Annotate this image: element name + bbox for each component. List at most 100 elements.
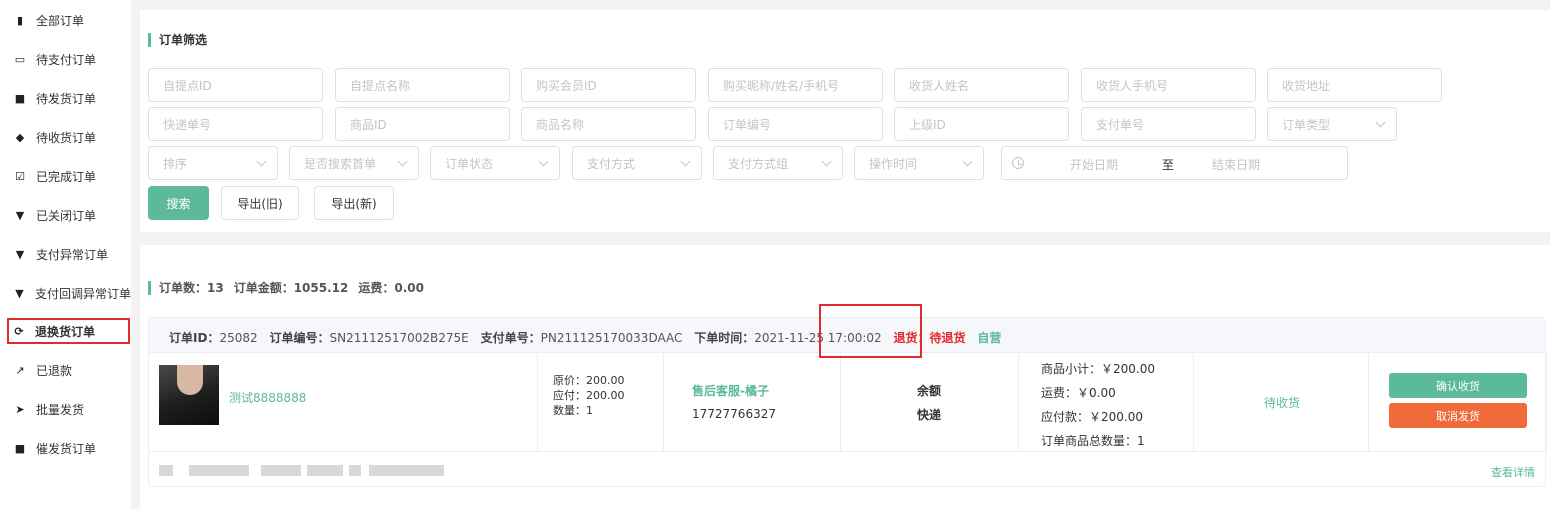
order-type-select[interactable]: 订单类型 — [1267, 107, 1397, 141]
shield-icon: ▼ — [15, 286, 24, 300]
order-number-input[interactable]: 订单编号 — [708, 107, 883, 141]
total-quantity: 订单商品总数量：1 — [1041, 434, 1145, 448]
subtotal: 商品小计：￥200.00 — [1041, 362, 1155, 376]
date-end[interactable]: 结束日期 — [1212, 156, 1260, 173]
sidebar-item-closed[interactable]: ▼ 已关闭订单 — [8, 202, 131, 228]
send-icon: ➤ — [15, 402, 25, 416]
payable-price: 应付：200.00 — [553, 389, 625, 402]
ship-method: 快递 — [917, 408, 942, 422]
order-id: 25082 — [219, 331, 258, 345]
sidebar-item-label: 待支付订单 — [36, 52, 97, 67]
sidebar-item-completed[interactable]: ☑ 已完成订单 — [8, 163, 131, 189]
service-name: 售后客服-橘子 — [692, 384, 769, 398]
receiver-address-input[interactable]: 收货地址 — [1267, 68, 1442, 102]
order-count: 订单数：13 — [159, 281, 224, 295]
product-cell: 测试8888888 — [149, 353, 538, 451]
chevron-down-icon — [397, 156, 408, 167]
product-name-input[interactable]: 商品名称 — [521, 107, 696, 141]
sort-select[interactable]: 排序 — [148, 146, 278, 180]
order-list-panel: 订单数：13 订单金额：1055.12 运费：0.00 订单ID：25082 订… — [140, 245, 1550, 509]
clock-icon — [1012, 157, 1024, 169]
date-start[interactable]: 开始日期 — [1070, 156, 1118, 173]
order-summary: 订单数：13 订单金额：1055.12 运费：0.00 — [148, 279, 424, 296]
payment-method-group-select[interactable]: 支付方式组 — [713, 146, 843, 180]
blurred-info — [159, 465, 173, 476]
sidebar-item-label: 支付回调异常订单 — [34, 286, 131, 301]
export-new-button[interactable]: 导出(新) — [314, 186, 394, 220]
cancel-shipment-button[interactable]: 取消发货 — [1389, 403, 1527, 428]
sidebar-item-refunded[interactable]: ↗ 已退款 — [8, 357, 131, 383]
product-image[interactable] — [159, 365, 219, 425]
order-footer: 查看详情 — [149, 451, 1545, 487]
receiver-name-input[interactable]: 收货人姓名 — [894, 68, 1069, 102]
order-amount: 订单金额：1055.12 — [233, 281, 349, 295]
first-order-select[interactable]: 是否搜索首单 — [289, 146, 419, 180]
truck-icon: ■ — [14, 441, 26, 455]
self-operated-tag: 自营 — [977, 331, 1002, 345]
sidebar-item-urge-shipment[interactable]: ■ 催发货订单 — [8, 435, 131, 461]
payment-number: PN211125170033DAAC — [540, 331, 683, 345]
payment-number-input[interactable]: 支付单号 — [1081, 107, 1256, 141]
share-icon: ↗ — [15, 363, 25, 377]
sidebar-item-all-orders[interactable]: ▮ 全部订单 — [8, 7, 131, 33]
price-cell: 原价：200.00 应付：200.00 数量：1 — [538, 353, 664, 451]
parent-id-input[interactable]: 上级ID — [894, 107, 1069, 141]
pay-method: 余额 — [917, 384, 942, 398]
operation-time-select[interactable]: 操作时间 — [854, 146, 984, 180]
search-button[interactable]: 搜索 — [148, 186, 209, 220]
pickup-point-name-input[interactable]: 自提点名称 — [335, 68, 510, 102]
view-details-link[interactable]: 查看详情 — [1491, 464, 1535, 480]
product-id-input[interactable]: 商品ID — [335, 107, 510, 141]
freight: 运费：￥0.00 — [1041, 386, 1116, 400]
date-range-picker[interactable]: 开始日期 至 结束日期 — [1001, 146, 1348, 180]
sidebar-item-batch-ship[interactable]: ➤ 批量发货 — [8, 396, 131, 422]
tracking-number-input[interactable]: 快递单号 — [148, 107, 323, 141]
sidebar-item-returns[interactable]: ⟳ 退换货订单 — [7, 318, 130, 344]
order-shipping: 运费：0.00 — [358, 281, 424, 295]
card-icon: ▭ — [14, 52, 26, 66]
sidebar: ▮ 全部订单 ▭ 待支付订单 ■ 待发货订单 ◆ 待收货订单 ☑ 已完成订单 ▼… — [0, 0, 131, 509]
sidebar-item-label: 待收货订单 — [36, 130, 97, 145]
sidebar-item-label: 批量发货 — [36, 402, 85, 417]
product-name-link[interactable]: 测试8888888 — [229, 389, 306, 406]
pickup-point-id-input[interactable]: 自提点ID — [148, 68, 323, 102]
service-phone: 17727766327 — [692, 407, 776, 421]
quantity: 数量：1 — [553, 404, 593, 417]
document-icon: ▮ — [16, 13, 24, 27]
original-price: 原价：200.00 — [553, 374, 625, 387]
sidebar-item-payment-abnormal[interactable]: ▼ 支付异常订单 — [8, 241, 131, 267]
order-number: SN21112517002B275E — [329, 331, 469, 345]
sidebar-item-label: 催发货订单 — [36, 441, 97, 456]
chevron-down-icon — [256, 156, 267, 167]
chevron-down-icon — [821, 156, 832, 167]
status-cell: 待收货 — [1194, 353, 1369, 451]
sidebar-item-label: 已退款 — [36, 363, 73, 378]
service-cell: 售后客服-橘子 17727766327 — [664, 353, 841, 451]
amount-due: 应付款：￥200.00 — [1041, 410, 1143, 424]
chevron-down-icon — [962, 156, 973, 167]
filter-title: 订单筛选 — [148, 31, 207, 48]
shield-icon: ▼ — [15, 208, 25, 222]
package-icon: ◆ — [15, 130, 25, 144]
sidebar-item-callback-abnormal[interactable]: ▼ 支付回调异常订单 — [8, 280, 131, 306]
filter-panel: 订单筛选 自提点ID 自提点名称 购买会员ID 购买昵称/姓名/手机号 收货人姓… — [140, 10, 1550, 232]
buyer-name-phone-input[interactable]: 购买昵称/姓名/手机号 — [708, 68, 883, 102]
confirm-receipt-button[interactable]: 确认收货 — [1389, 373, 1527, 398]
sidebar-item-label: 待发货订单 — [36, 91, 97, 106]
sidebar-item-label: 退换货订单 — [35, 324, 96, 339]
payment-method-select[interactable]: 支付方式 — [572, 146, 702, 180]
sidebar-item-label: 已完成订单 — [36, 169, 97, 184]
chevron-down-icon — [538, 156, 549, 167]
sidebar-item-pending-payment[interactable]: ▭ 待支付订单 — [8, 46, 131, 72]
sidebar-item-pending-shipment[interactable]: ■ 待发货订单 — [8, 85, 131, 111]
sidebar-item-pending-receipt[interactable]: ◆ 待收货订单 — [8, 124, 131, 150]
shield-icon: ▼ — [15, 247, 25, 261]
chevron-down-icon — [680, 156, 691, 167]
export-old-button[interactable]: 导出(旧) — [221, 186, 299, 220]
checkbox-icon: ☑ — [15, 169, 25, 183]
receiver-phone-input[interactable]: 收货人手机号 — [1081, 68, 1256, 102]
order-status-select[interactable]: 订单状态 — [430, 146, 560, 180]
sidebar-item-label: 全部订单 — [36, 13, 85, 28]
buyer-member-id-input[interactable]: 购买会员ID — [521, 68, 696, 102]
return-status-highlight — [819, 304, 922, 358]
